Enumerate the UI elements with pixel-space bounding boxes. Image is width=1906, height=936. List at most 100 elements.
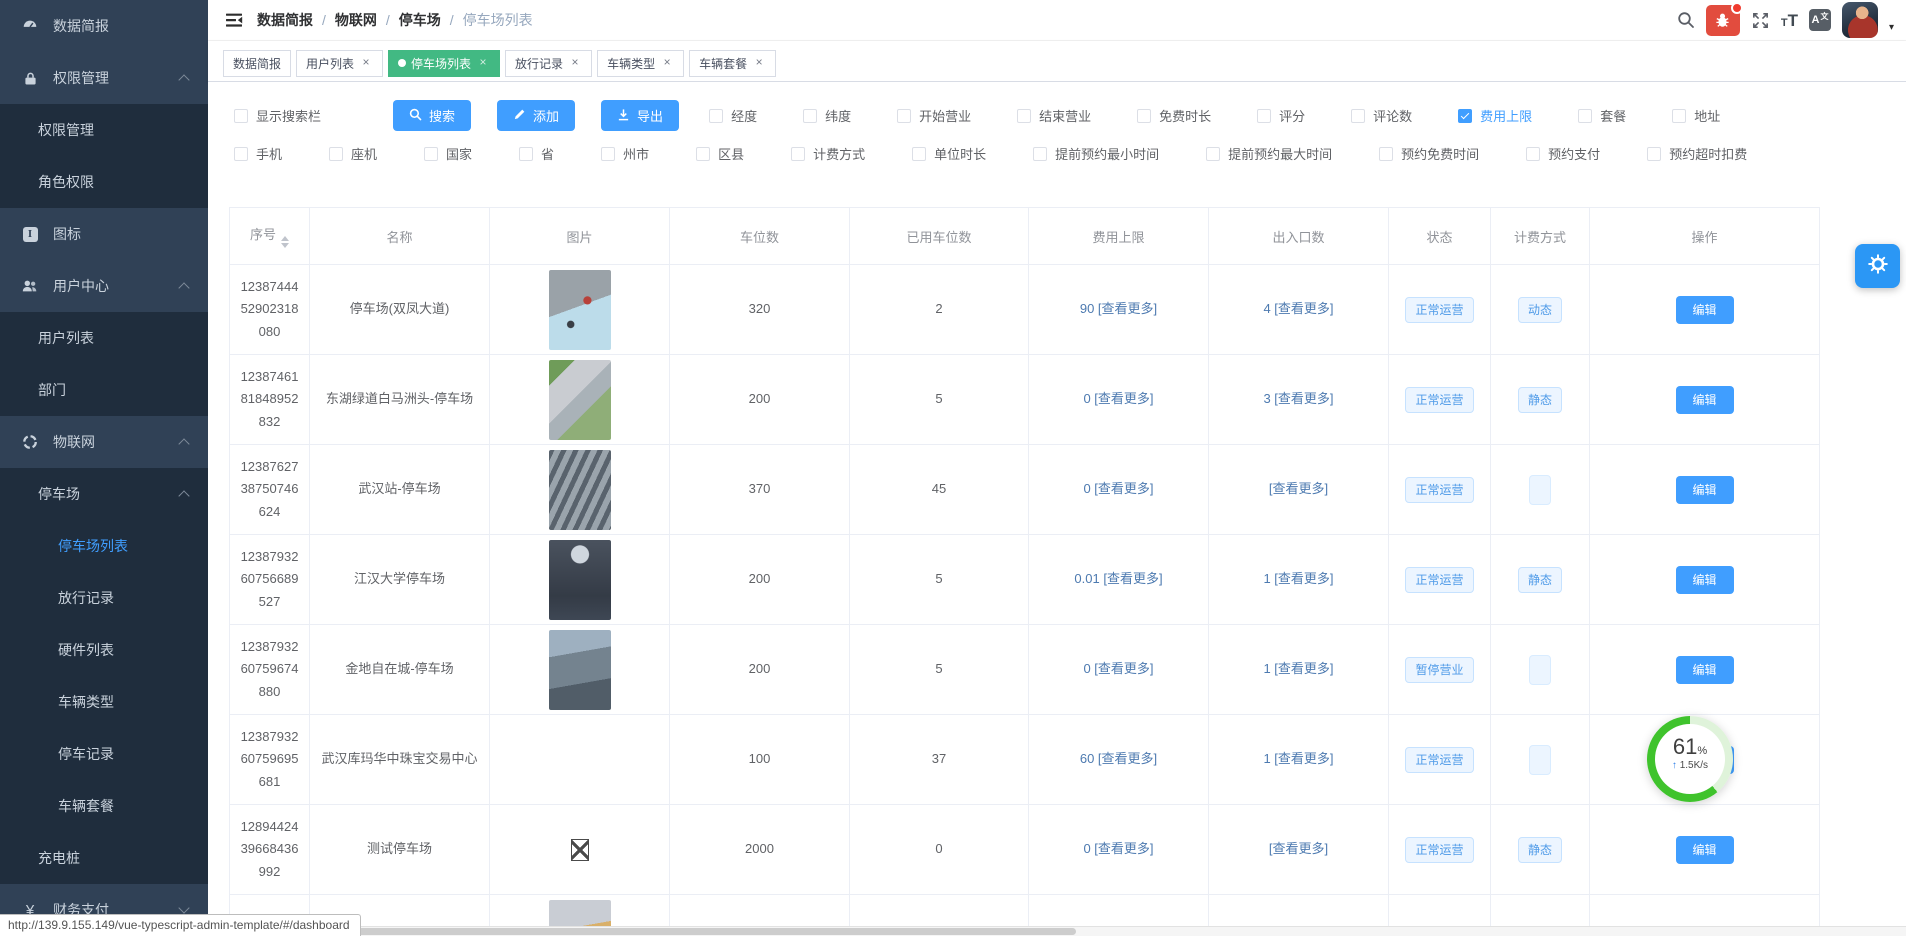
close-icon[interactable]: ×: [752, 56, 766, 70]
parking-photo[interactable]: [549, 450, 611, 530]
row-fee-more-link[interactable]: 0 [查看更多]: [1029, 805, 1209, 895]
filter-checkbox[interactable]: 座机: [329, 144, 377, 163]
filter-checkbox[interactable]: 套餐: [1578, 106, 1626, 125]
filter-checkbox[interactable]: 纬度: [803, 106, 851, 125]
filter-checkbox[interactable]: 预约超时扣费: [1647, 144, 1747, 163]
sort-desc-icon[interactable]: [281, 243, 289, 248]
breadcrumb-item[interactable]: 数据简报: [257, 10, 313, 30]
dropdown-caret-icon[interactable]: ▾: [1889, 22, 1894, 33]
fullscreen-icon[interactable]: [1751, 11, 1770, 30]
row-gates-more-link[interactable]: 4 [查看更多]: [1209, 265, 1389, 355]
row-fee-more-link[interactable]: 0 [查看更多]: [1029, 355, 1209, 445]
add-button[interactable]: 添加: [497, 100, 575, 131]
filter-checkbox[interactable]: 州市: [601, 144, 649, 163]
filter-checkbox[interactable]: 区县: [696, 144, 744, 163]
sidebar-item-1[interactable]: 权限管理: [0, 52, 208, 104]
tab-2[interactable]: 停车场列表×: [388, 50, 500, 77]
parking-photo[interactable]: [549, 360, 611, 440]
column-header[interactable]: 名称: [310, 208, 490, 265]
filter-checkbox[interactable]: 手机: [234, 144, 282, 163]
filter-checkbox[interactable]: 评分: [1257, 106, 1305, 125]
breadcrumb-item[interactable]: 物联网: [335, 10, 377, 30]
column-header[interactable]: 出入口数: [1209, 208, 1389, 265]
edit-button[interactable]: 编辑: [1676, 656, 1734, 684]
column-header[interactable]: 计费方式: [1491, 208, 1590, 265]
tab-5[interactable]: 车辆套餐×: [689, 50, 776, 77]
column-header[interactable]: 操作: [1590, 208, 1820, 265]
sidebar-item-9[interactable]: 停车场: [0, 468, 208, 520]
filter-checkbox[interactable]: 开始营业: [897, 106, 971, 125]
row-fee-more-link[interactable]: 0 [查看更多]: [1029, 445, 1209, 535]
parking-photo[interactable]: [549, 270, 611, 350]
close-icon[interactable]: ×: [660, 56, 674, 70]
filter-checkbox[interactable]: 计费方式: [791, 144, 865, 163]
search-button[interactable]: 搜索: [393, 100, 471, 131]
close-icon[interactable]: ×: [359, 56, 373, 70]
sidebar-item-4[interactable]: I图标: [0, 208, 208, 260]
text-size-icon[interactable]: TT: [1781, 12, 1798, 29]
row-gates-more-link[interactable]: 3 [查看更多]: [1209, 355, 1389, 445]
tab-0[interactable]: 数据简报: [223, 50, 291, 77]
settings-gear-button[interactable]: [1855, 244, 1900, 288]
sort-asc-icon[interactable]: [281, 236, 289, 241]
column-header[interactable]: 状态: [1389, 208, 1491, 265]
sidebar-item-6[interactable]: 用户列表: [0, 312, 208, 364]
column-header[interactable]: 费用上限: [1029, 208, 1209, 265]
sidebar-item-14[interactable]: 停车记录: [0, 728, 208, 780]
close-icon[interactable]: ×: [568, 56, 582, 70]
parking-photo[interactable]: [549, 630, 611, 710]
filter-checkbox[interactable]: 评论数: [1351, 106, 1412, 125]
edit-button[interactable]: 编辑: [1676, 386, 1734, 414]
sidebar-item-10[interactable]: 停车场列表: [0, 520, 208, 572]
row-gates-more-link[interactable]: [查看更多]: [1209, 445, 1389, 535]
tab-1[interactable]: 用户列表×: [296, 50, 383, 77]
edit-button[interactable]: 编辑: [1676, 566, 1734, 594]
row-gates-more-link[interactable]: 1 [查看更多]: [1209, 625, 1389, 715]
export-button[interactable]: 导出: [601, 100, 679, 131]
hamburger-icon[interactable]: [208, 10, 257, 30]
filter-checkbox[interactable]: 预约免费时间: [1379, 144, 1479, 163]
row-fee-more-link[interactable]: 0 [查看更多]: [1029, 625, 1209, 715]
avatar[interactable]: [1842, 2, 1878, 38]
sidebar-item-2[interactable]: 权限管理: [0, 104, 208, 156]
error-log-button[interactable]: [1706, 5, 1740, 36]
filter-checkbox[interactable]: 经度: [709, 106, 757, 125]
edit-button[interactable]: 编辑: [1676, 296, 1734, 324]
row-fee-more-link[interactable]: 0.01 [查看更多]: [1029, 535, 1209, 625]
close-icon[interactable]: ×: [476, 56, 490, 70]
tab-4[interactable]: 车辆类型×: [597, 50, 684, 77]
sidebar-item-0[interactable]: 数据简报: [0, 0, 208, 52]
sidebar-item-13[interactable]: 车辆类型: [0, 676, 208, 728]
sidebar-item-15[interactable]: 车辆套餐: [0, 780, 208, 832]
sidebar-item-3[interactable]: 角色权限: [0, 156, 208, 208]
breadcrumb-item[interactable]: 停车场: [399, 10, 441, 30]
row-fee-more-link[interactable]: 90 [查看更多]: [1029, 265, 1209, 355]
sidebar-item-5[interactable]: 用户中心: [0, 260, 208, 312]
column-header[interactable]: 车位数: [670, 208, 850, 265]
column-header[interactable]: 序号: [230, 208, 310, 265]
filter-checkbox[interactable]: 提前预约最大时间: [1206, 144, 1332, 163]
filter-checkbox[interactable]: 地址: [1672, 106, 1720, 125]
filter-checkbox[interactable]: 结束营业: [1017, 106, 1091, 125]
column-header[interactable]: 已用车位数: [850, 208, 1029, 265]
sidebar-item-16[interactable]: 充电桩: [0, 832, 208, 884]
row-gates-more-link[interactable]: 1 [查看更多]: [1209, 715, 1389, 805]
filter-checkbox[interactable]: 提前预约最小时间: [1033, 144, 1159, 163]
filter-checkbox[interactable]: 省: [519, 144, 554, 163]
edit-button[interactable]: 编辑: [1676, 476, 1734, 504]
search-icon[interactable]: [1677, 11, 1695, 29]
show-search-checkbox[interactable]: 显示搜索栏: [234, 106, 321, 125]
translate-icon[interactable]: A文: [1809, 9, 1831, 31]
edit-button[interactable]: 编辑: [1676, 836, 1734, 864]
sidebar-item-8[interactable]: 物联网: [0, 416, 208, 468]
sort-icon[interactable]: [281, 236, 289, 248]
row-fee-more-link[interactable]: 60 [查看更多]: [1029, 715, 1209, 805]
sidebar-item-7[interactable]: 部门: [0, 364, 208, 416]
sidebar-item-12[interactable]: 硬件列表: [0, 624, 208, 676]
filter-checkbox[interactable]: 单位时长: [912, 144, 986, 163]
column-header[interactable]: 图片: [490, 208, 670, 265]
tab-3[interactable]: 放行记录×: [505, 50, 592, 77]
sidebar-item-11[interactable]: 放行记录: [0, 572, 208, 624]
upload-progress-widget[interactable]: 61% ↑ 1.5K/s: [1647, 716, 1733, 802]
row-gates-more-link[interactable]: [查看更多]: [1209, 805, 1389, 895]
